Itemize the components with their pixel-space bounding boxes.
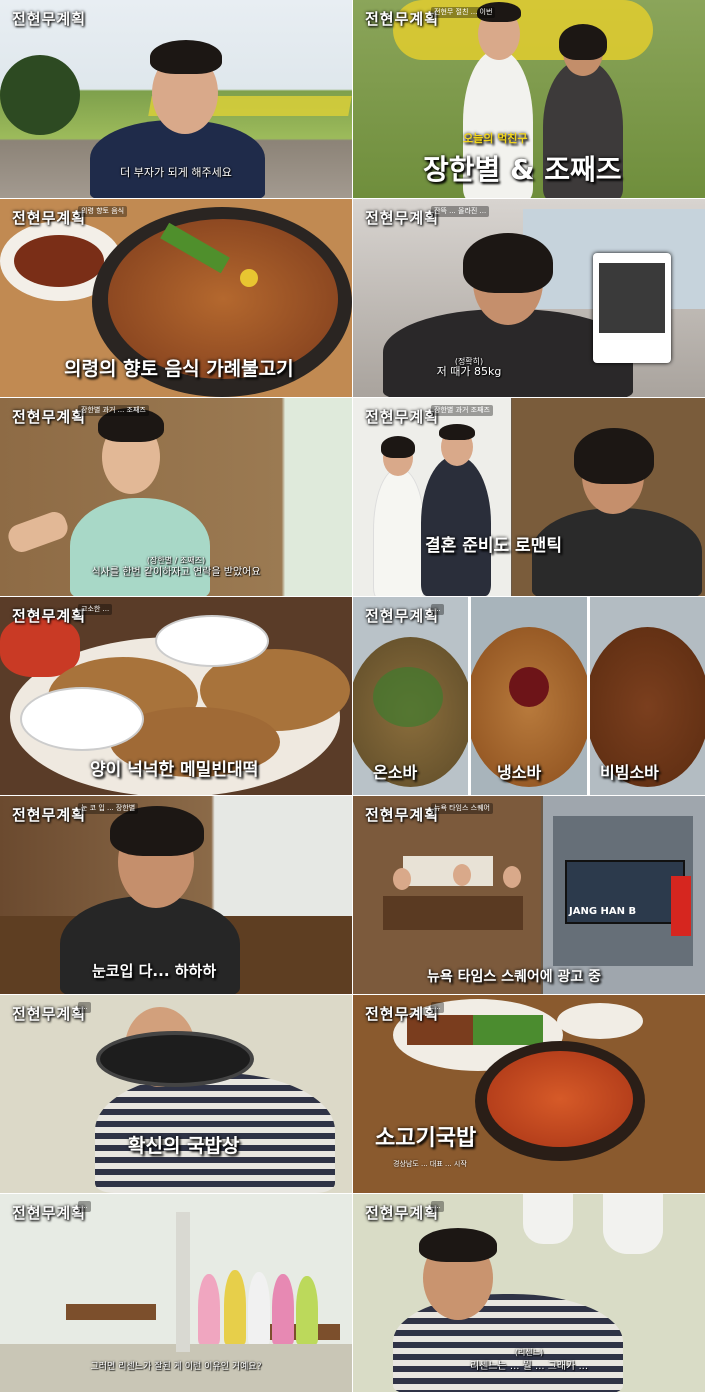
info-tag: 고소한 ...	[78, 604, 113, 615]
show-logo: 전현무계획	[12, 209, 87, 227]
info-tag: ...	[78, 1201, 91, 1212]
info-tag: 장한별 과거 ... 조째즈	[78, 405, 149, 416]
show-logo: 전현무계획	[12, 1204, 87, 1222]
info-tag: 전현무 절친 ... 이번	[431, 7, 496, 18]
panel-11: 전현무계획 ... 확신의 국밥상	[0, 995, 352, 1193]
info-tag: ...	[431, 1201, 444, 1212]
info-tag: 눈 코 입 ... 장한별	[78, 803, 139, 814]
show-logo: 전현무계획	[365, 209, 440, 227]
times-square: JANG HAN B	[543, 796, 705, 994]
subtitle: 리센느는 ... 뭘 ... 그래가 ...	[469, 1361, 589, 1372]
restaurant-scene	[353, 796, 541, 994]
subtitle: 그러면 리센느가 잘된 게 이런 이유인 거예요?	[90, 1362, 262, 1372]
caption-small: 오늘의 먹친구	[463, 132, 528, 145]
subtitle: 더 부자가 되게 해주세요	[120, 166, 232, 179]
subtitle: 식사를 한번 같이하자고 연락을 받았어요	[91, 567, 261, 578]
show-logo: 전현무계획	[12, 408, 87, 426]
soba-cold: 냉소바	[471, 597, 587, 795]
show-logo: 전현무계획	[12, 607, 87, 625]
show-logo: 전현무계획	[365, 1204, 440, 1222]
panel-6: 전현무계획 장한별 과거 조째즈 결혼 준비도 로맨틱	[353, 398, 705, 596]
caption-big: 장한별 & 조째즈	[423, 153, 622, 186]
soba-label: 냉소바	[497, 763, 542, 782]
info-tag: 의령 향토 음식	[78, 206, 128, 217]
panel-10: JANG HAN B 전현무계획 뉴욕 타임스 스퀘어 뉴욕 타임스 스퀘어에 …	[353, 796, 705, 994]
info-tag: ...	[78, 1002, 91, 1013]
show-logo: 전현무계획	[12, 1005, 87, 1023]
soba-label: 온소바	[373, 763, 418, 782]
info-tag: ...	[431, 604, 444, 615]
show-logo: 전현무계획	[365, 10, 440, 28]
panel-7: 전현무계획 고소한 ... 양이 넉넉한 메밀빈대떡	[0, 597, 352, 795]
info-tag: 장한별 과거 조째즈	[431, 405, 493, 416]
soba-bibim: 비빔소바	[590, 597, 705, 795]
caption-big: 뉴욕 타임스 스퀘어에 광고 중	[427, 969, 602, 985]
caption-big: 소고기국밥	[375, 1126, 477, 1151]
panel-14: 전현무계획 ... (리센느) 리센느는 ... 뭘 ... 그래가 ...	[353, 1194, 705, 1392]
caption-big: 의령의 향토 음식 가례불고기	[64, 358, 294, 380]
panel-5: 전현무계획 장한별 과거 ... 조째즈 (장한별 / 조째즈) 식사를 한번 …	[0, 398, 352, 596]
show-logo: 전현무계획	[365, 1005, 440, 1023]
billboard-text: JANG HAN B	[569, 906, 637, 917]
show-logo: 전현무계획	[12, 10, 87, 28]
panel-1: 전현무계획 더 부자가 되게 해주세요	[0, 0, 352, 198]
panel-3: 전현무계획 의령 향토 음식 의령의 향토 음식 가례불고기	[0, 199, 352, 397]
panel-2: 전현무계획 전현무 절친 ... 이번 오늘의 먹친구 장한별 & 조째즈	[353, 0, 705, 198]
soba-label: 비빔소바	[600, 763, 659, 782]
subtitle: 저 때가 85kg	[436, 365, 502, 378]
subtitle: 눈코입 다... 하하하	[92, 962, 217, 980]
show-logo: 전현무계획	[365, 408, 440, 426]
caption-big: 결혼 준비도 로맨틱	[425, 536, 562, 556]
panel-8: 온소바 냉소바 비빔소바 전현무계획 ...	[353, 597, 705, 795]
caption-big: 양이 넉넉한 메밀빈대떡	[90, 760, 259, 780]
show-logo: 전현무계획	[12, 806, 87, 824]
guest-photo	[512, 398, 705, 596]
screenshot-collage: 전현무계획 더 부자가 되게 해주세요 전현무계획 전현무 절친 ... 이번 …	[0, 0, 705, 1392]
panel-13: 전현무계획 ... 그러면 리센느가 잘된 게 이런 이유인 거예요?	[0, 1194, 352, 1392]
caption-big: 확신의 국밥상	[128, 1135, 240, 1157]
caption-small: 경상남도 ... 대표 ... 시작	[393, 1160, 467, 1168]
panel-9: 전현무계획 눈 코 입 ... 장한별 눈코입 다... 하하하	[0, 796, 352, 994]
panel-4: 전현무계획 잔뜩 ... 올라진 ... (정확히) 저 때가 85kg	[353, 199, 705, 397]
wedding-photo	[353, 398, 511, 596]
info-tag: 뉴욕 타임스 스퀘어	[431, 803, 493, 814]
info-tag: ...	[431, 1002, 444, 1013]
info-tag: 잔뜩 ... 올라진 ...	[431, 206, 490, 217]
soba-warm: 온소바	[353, 597, 468, 795]
show-logo: 전현무계획	[365, 806, 440, 824]
panel-12: 전현무계획 ... 소고기국밥 경상남도 ... 대표 ... 시작	[353, 995, 705, 1193]
show-logo: 전현무계획	[365, 607, 440, 625]
